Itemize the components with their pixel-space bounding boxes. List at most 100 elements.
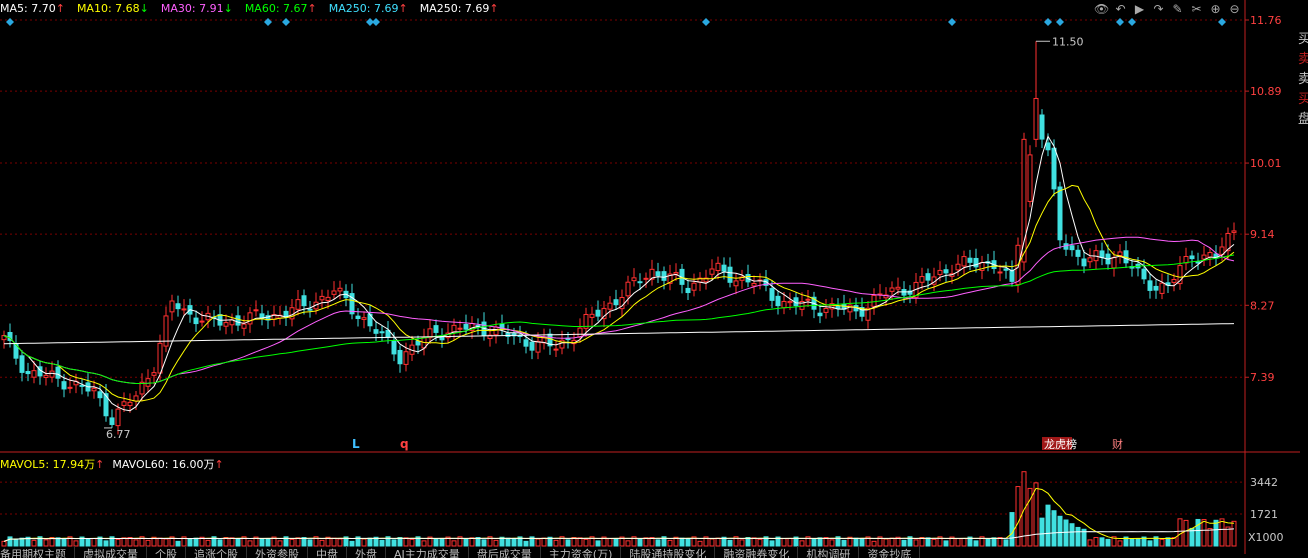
volume-bar — [751, 537, 757, 547]
vol-legend-item-arrow: ↑ — [95, 458, 105, 471]
candle-body — [235, 315, 241, 326]
candle-body — [1051, 147, 1057, 190]
low-label: 6.77 — [106, 428, 131, 441]
volume-bar — [367, 537, 373, 547]
volume-bar — [331, 537, 337, 547]
volume-bar — [115, 538, 121, 547]
candle-body — [721, 264, 727, 272]
candle-body — [595, 309, 601, 317]
volume-bar — [463, 538, 469, 547]
volume-bar — [1219, 518, 1225, 547]
volume-bar — [583, 538, 589, 547]
ma-legend-item-3: MA60: 7.67↑ — [245, 2, 323, 15]
volume-bar — [289, 538, 295, 547]
candle-body — [871, 294, 877, 307]
tab-1[interactable]: 虚拟成交量 — [83, 546, 147, 558]
volume-bar — [1201, 519, 1207, 547]
volume-bar — [409, 538, 415, 547]
volume-bar — [781, 538, 787, 547]
volume-bar — [1135, 538, 1141, 547]
candle-body — [307, 308, 313, 311]
event-marker-icon — [1056, 18, 1064, 26]
eye-icon[interactable]: 👁 — [1094, 2, 1109, 17]
volume-bar — [679, 537, 685, 547]
candle-body — [1171, 279, 1177, 283]
tab-4[interactable]: 外资参股 — [255, 546, 308, 558]
candle-body — [331, 290, 337, 295]
volume-bar — [1063, 519, 1069, 547]
candle-body — [295, 299, 301, 310]
candle-body — [253, 309, 259, 312]
candle-body — [529, 341, 535, 351]
settings-icon[interactable]: ✎ — [1170, 2, 1185, 17]
volume-bar — [955, 538, 961, 547]
candle-body — [319, 295, 325, 301]
volume-bar — [637, 538, 643, 547]
tab-13[interactable]: 资金抄底 — [867, 546, 921, 558]
candle-body — [1033, 97, 1039, 140]
candle-body — [91, 388, 97, 392]
ma-legend-item-arrow: ↑ — [55, 2, 65, 15]
volume-bar — [1039, 517, 1045, 547]
candle-body — [1111, 257, 1117, 269]
tab-5[interactable]: 中盘 — [316, 546, 347, 558]
candle-body — [133, 395, 139, 402]
side-char: 卖 — [1298, 52, 1308, 67]
event-marker-icon — [1116, 18, 1124, 26]
tab-12[interactable]: 机构调研 — [806, 546, 860, 558]
volume-bar — [229, 537, 235, 547]
candle-body — [199, 320, 205, 323]
volume-bar — [925, 537, 931, 547]
tab-7[interactable]: AI主力成交量 — [394, 546, 469, 558]
candle-body — [961, 256, 967, 267]
candle-body — [301, 295, 307, 307]
candle-body — [61, 381, 67, 390]
candle-body — [1141, 268, 1147, 280]
volume-bar — [1045, 504, 1051, 547]
tab-9[interactable]: 主力资金(万) — [549, 546, 622, 558]
tab-8[interactable]: 盘后成交量 — [477, 546, 541, 558]
ma-legend-item-arrow: ↓ — [139, 2, 149, 15]
ma-legend-item-2: MA30: 7.91↓ — [161, 2, 239, 15]
candle-body — [607, 302, 613, 310]
ma-legend-item-arrow: ↑ — [307, 2, 317, 15]
volume-bar — [1009, 512, 1015, 547]
redo-icon[interactable]: ↷ — [1151, 2, 1166, 17]
ma-legend-item-label: MA30: 7.91 — [160, 2, 224, 15]
undo-icon[interactable]: ↶ — [1113, 2, 1128, 17]
tab-11[interactable]: 融资融券变化 — [723, 546, 799, 558]
candle-body — [181, 308, 187, 311]
candle-body — [241, 323, 247, 329]
candle-body — [997, 271, 1003, 274]
volume-bar — [817, 537, 823, 547]
indicator-tabs: 备用期权主题 虚拟成交量 个股 追涨个股 外资参股 中盘 外盘 AI主力成交量 盘后成交量 主力资… — [0, 546, 1300, 558]
ma-legend-item-arrow: ↓ — [223, 2, 233, 15]
candle-body — [457, 327, 463, 330]
volume-bar — [91, 538, 97, 547]
candle-body — [973, 257, 979, 268]
zoom-out-icon[interactable]: ⊖ — [1227, 2, 1242, 17]
side-char: 买 — [1298, 32, 1308, 47]
tab-6[interactable]: 外盘 — [355, 546, 386, 558]
volume-bar — [859, 538, 865, 547]
tab-2[interactable]: 个股 — [155, 546, 186, 558]
volume-bar — [1231, 520, 1237, 547]
volume-bar — [1129, 538, 1135, 547]
play-icon[interactable]: ▶ — [1132, 2, 1147, 17]
price-tick-label: 10.01 — [1250, 157, 1282, 170]
ma-legend-item-label: MA10: 7.68 — [76, 2, 140, 15]
volume-bar — [1099, 537, 1105, 547]
volume-bar — [613, 538, 619, 547]
volume-tick-label: 1721 — [1250, 508, 1278, 521]
cross-icon[interactable]: ✂ — [1189, 2, 1204, 17]
candle-body — [247, 312, 253, 325]
candle-body — [1147, 280, 1153, 291]
zoom-in-icon[interactable]: ⊕ — [1208, 2, 1223, 17]
volume-bar — [1207, 528, 1213, 547]
tab-0[interactable]: 备用期权主题 — [0, 546, 75, 558]
tab-10[interactable]: 陆股通持股变化 — [629, 546, 716, 558]
ma-legend-item-label: MA250: 7.69 — [419, 2, 490, 15]
tab-3[interactable]: 追涨个股 — [194, 546, 247, 558]
candle-body — [685, 287, 691, 294]
event-marker-icon — [282, 18, 290, 26]
